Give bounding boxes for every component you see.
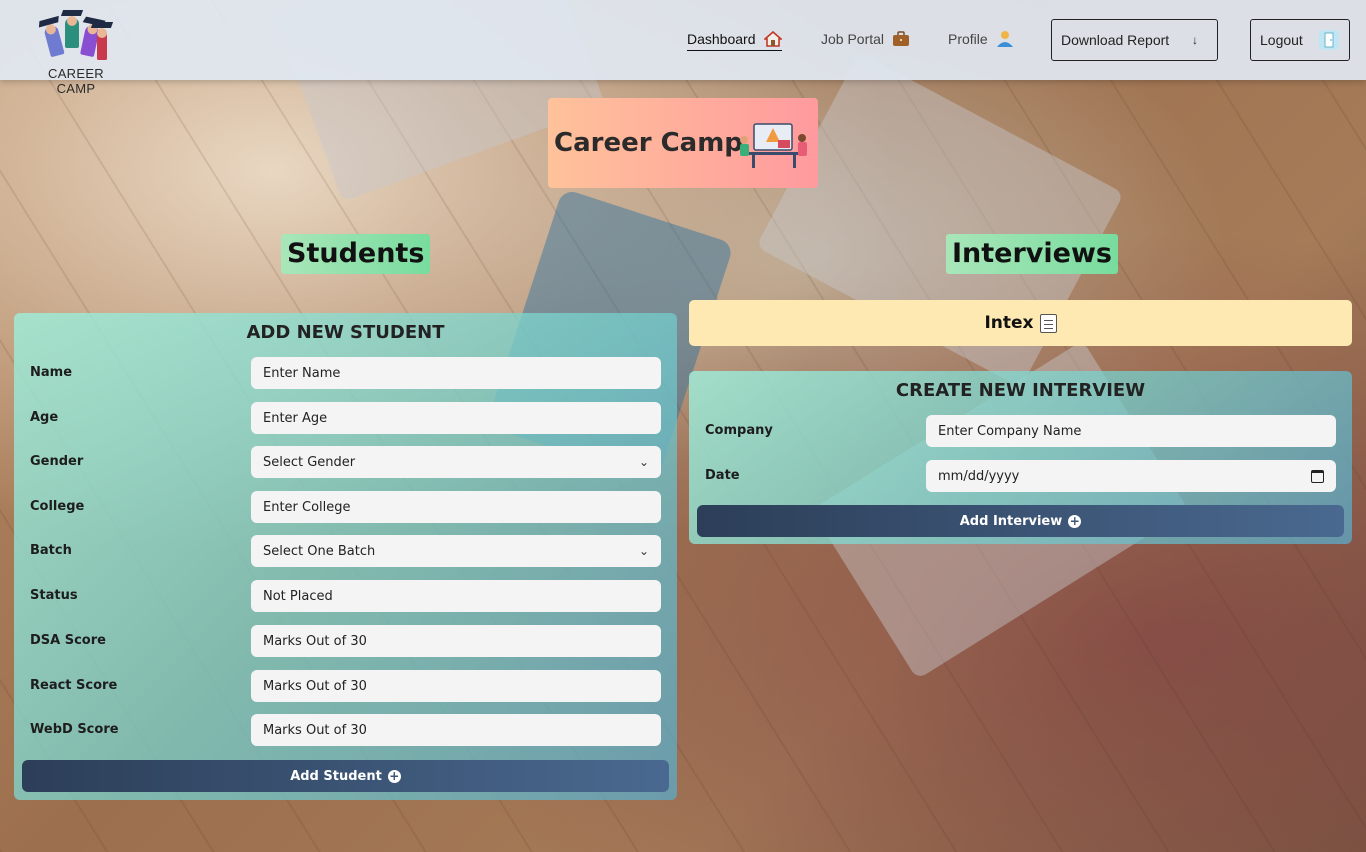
brand[interactable]: CAREER CAMP: [30, 4, 122, 96]
chevron-down-icon: ⌄: [638, 544, 649, 558]
student-college-input[interactable]: Enter College: [251, 491, 661, 523]
logout-button[interactable]: Logout: [1250, 19, 1350, 61]
user-icon: [996, 31, 1013, 47]
add-student-button[interactable]: Add Student +: [22, 760, 669, 792]
download-report-label: Download Report: [1061, 32, 1170, 48]
student-age-row: Age Enter Age: [14, 402, 677, 434]
student-name-input[interactable]: Enter Name: [251, 357, 661, 389]
student-dsa-input[interactable]: Marks Out of 30: [251, 625, 661, 657]
interview-company-row: Company Enter Company Name: [689, 415, 1352, 447]
student-college-placeholder: Enter College: [263, 499, 351, 515]
create-interview-panel: CREATE NEW INTERVIEW Company Enter Compa…: [689, 371, 1352, 544]
logout-label: Logout: [1260, 32, 1303, 48]
briefcase-icon: [893, 31, 910, 46]
student-status-input[interactable]: Not Placed: [251, 580, 661, 612]
add-student-heading: ADD NEW STUDENT: [246, 322, 445, 343]
student-name-row: Name Enter Name: [14, 357, 677, 389]
student-gender-value: Select Gender: [263, 454, 356, 470]
create-interview-heading: CREATE NEW INTERVIEW: [895, 380, 1146, 401]
student-name-placeholder: Enter Name: [263, 365, 341, 381]
plus-circle-icon: +: [1068, 513, 1082, 528]
add-interview-label: Add Interview: [959, 513, 1063, 529]
student-status-value: Not Placed: [263, 588, 333, 604]
hero-title: Career Camp: [554, 128, 743, 158]
student-age-label: Age: [30, 410, 59, 425]
student-dsa-label: DSA Score: [30, 633, 106, 648]
student-batch-label: Batch: [30, 543, 72, 558]
hero-banner: Career Camp: [548, 98, 818, 188]
add-student-panel: ADD NEW STUDENT Name Enter Name Age Ente…: [14, 313, 677, 800]
nav-profile[interactable]: Profile: [948, 30, 1014, 48]
student-webd-placeholder: Marks Out of 30: [263, 722, 367, 738]
nav-job-portal-label: Job Portal: [821, 31, 885, 47]
student-webd-input[interactable]: Marks Out of 30: [251, 714, 661, 746]
intex-bar[interactable]: Intex: [689, 300, 1352, 346]
student-react-label: React Score: [30, 678, 118, 693]
memo-icon: [1039, 313, 1057, 333]
student-age-placeholder: Enter Age: [263, 410, 328, 426]
student-status-row: Status Not Placed: [14, 580, 677, 612]
student-batch-value: Select One Batch: [263, 543, 376, 559]
student-react-row: React Score Marks Out of 30: [14, 670, 677, 702]
add-interview-button[interactable]: Add Interview +: [697, 505, 1344, 537]
student-batch-row: Batch Select One Batch ⌄: [14, 535, 677, 567]
add-student-label: Add Student: [290, 768, 382, 784]
top-navbar: CAREER CAMP Dashboard Job Portal Profile…: [0, 0, 1366, 96]
interview-company-label: Company: [705, 423, 773, 438]
nav-job-portal[interactable]: Job Portal: [821, 30, 910, 48]
chevron-down-icon: ⌄: [638, 455, 649, 469]
interview-date-placeholder: mm/dd/yyyy: [938, 468, 1020, 484]
student-batch-select[interactable]: Select One Batch ⌄: [251, 535, 661, 567]
arrow-down-icon: ↓: [1192, 33, 1198, 47]
workspace-illustration-icon: [740, 123, 807, 168]
nav-profile-label: Profile: [948, 31, 988, 47]
student-dsa-row: DSA Score Marks Out of 30: [14, 625, 677, 657]
student-status-label: Status: [30, 588, 78, 603]
interview-company-placeholder: Enter Company Name: [938, 423, 1082, 439]
graduates-logo-icon: [38, 4, 114, 62]
interviews-section-title: Interviews: [946, 234, 1118, 274]
students-section-title: Students: [281, 234, 431, 274]
student-college-label: College: [30, 499, 85, 514]
student-age-input[interactable]: Enter Age: [251, 402, 661, 434]
student-webd-label: WebD Score: [30, 722, 119, 737]
brand-name: CAREER CAMP: [48, 66, 104, 96]
calendar-icon[interactable]: [1311, 469, 1324, 483]
interview-date-row: Date mm/dd/yyyy: [689, 460, 1352, 492]
student-gender-label: Gender: [30, 454, 84, 469]
interview-date-input[interactable]: mm/dd/yyyy: [926, 460, 1336, 492]
nav-dashboard-label: Dashboard: [687, 31, 756, 47]
student-react-placeholder: Marks Out of 30: [263, 678, 367, 694]
plus-circle-icon: +: [387, 768, 401, 783]
student-name-label: Name: [30, 365, 73, 380]
student-college-row: College Enter College: [14, 491, 677, 523]
student-dsa-placeholder: Marks Out of 30: [263, 633, 367, 649]
download-report-button[interactable]: Download Report ↓: [1051, 19, 1218, 61]
student-webd-row: WebD Score Marks Out of 30: [14, 714, 677, 746]
student-react-input[interactable]: Marks Out of 30: [251, 670, 661, 702]
intex-label: Intex: [984, 313, 1034, 333]
interview-date-label: Date: [705, 468, 740, 483]
door-icon: [1319, 30, 1339, 50]
nav-dashboard[interactable]: Dashboard: [687, 30, 782, 51]
interview-company-input[interactable]: Enter Company Name: [926, 415, 1336, 447]
house-icon: [763, 30, 782, 47]
student-gender-row: Gender Select Gender ⌄: [14, 446, 677, 478]
student-gender-select[interactable]: Select Gender ⌄: [251, 446, 661, 478]
